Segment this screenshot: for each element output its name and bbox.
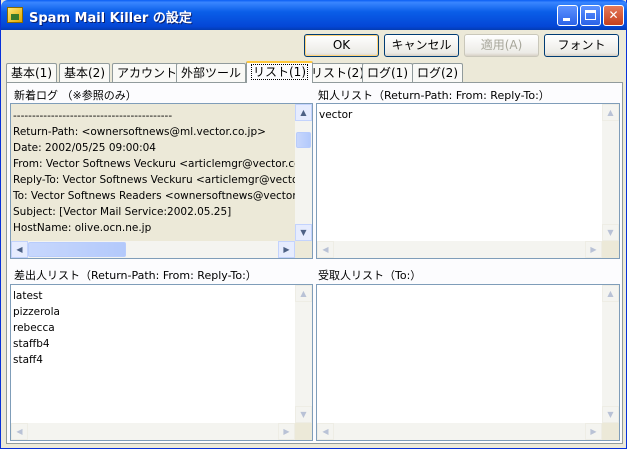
new-log-horizontal-scrollbar[interactable]: ◀ ▶: [11, 241, 295, 258]
log-line: To: Vector Softnews Readers <ownersoftne…: [13, 190, 305, 202]
sender-list-lines: latest pizzerola rebecca staffb4 staff4: [11, 288, 60, 368]
font-button[interactable]: フォント: [544, 34, 619, 57]
maximize-icon: [585, 10, 596, 20]
sender-list-label: 差出人リスト（Return-Path: From: Reply-To:）: [14, 269, 257, 282]
tab-basic-1[interactable]: 基本(1): [6, 63, 57, 82]
tab-list-1-label: リスト(1): [251, 64, 308, 80]
minimize-icon: [563, 18, 570, 21]
scroll-down-icon[interactable]: ▼: [295, 224, 312, 241]
window-title: Spam Mail Killer の設定: [29, 11, 192, 26]
sender-list-vertical-scrollbar[interactable]: ▲ ▼: [295, 285, 312, 423]
known-list-label: 知人リスト（Return-Path: From: Reply-To:）: [318, 89, 550, 102]
log-line: Return-Path: <ownersoftnews@ml.vector.co…: [13, 126, 266, 138]
log-line: ----------------------------------------…: [13, 110, 173, 122]
tab-log-2[interactable]: ログ(2): [412, 63, 463, 82]
list-item: pizzerola: [13, 306, 60, 318]
known-list-horizontal-scrollbar[interactable]: ◀ ▶: [317, 241, 602, 258]
scroll-thumb[interactable]: [28, 242, 126, 257]
scroll-left-icon[interactable]: ◀: [317, 241, 334, 258]
scroll-right-icon[interactable]: ▶: [585, 423, 602, 440]
log-line: HostName: olive.ocn.ne.jp: [13, 222, 152, 234]
log-line: From: Vector Softnews Veckuru <articlemg…: [13, 158, 307, 170]
scroll-up-icon[interactable]: ▲: [295, 104, 312, 121]
scroll-up-icon[interactable]: ▲: [602, 104, 619, 121]
scroll-corner: [602, 423, 619, 440]
scroll-left-icon[interactable]: ◀: [11, 241, 28, 258]
maximize-button[interactable]: [580, 5, 601, 26]
scroll-right-icon[interactable]: ▶: [585, 241, 602, 258]
sender-list-horizontal-scrollbar[interactable]: ◀ ▶: [11, 423, 295, 440]
scroll-corner: [295, 241, 312, 258]
scroll-right-icon[interactable]: ▶: [278, 423, 295, 440]
minimize-button[interactable]: [557, 5, 578, 26]
apply-button[interactable]: 適用(A): [464, 34, 539, 57]
scroll-down-icon[interactable]: ▼: [602, 224, 619, 241]
scroll-corner: [602, 241, 619, 258]
known-list-textarea[interactable]: vector ▲ ▼ ◀ ▶: [316, 103, 620, 259]
known-list-vertical-scrollbar[interactable]: ▲ ▼: [602, 104, 619, 241]
list-item: staff4: [13, 354, 43, 366]
close-icon: ✕: [608, 8, 619, 22]
scroll-right-icon[interactable]: ▶: [278, 241, 295, 258]
scroll-thumb[interactable]: [296, 132, 311, 148]
new-log-vertical-scrollbar[interactable]: ▲ ▼: [295, 104, 312, 241]
cancel-button[interactable]: キャンセル: [384, 34, 459, 57]
new-log-label: 新着ログ （※参照のみ）: [14, 89, 137, 102]
log-line: Date: 2002/05/25 09:00:04: [13, 142, 156, 154]
list-item: vector: [319, 109, 353, 121]
tab-list-1[interactable]: リスト(1): [246, 61, 313, 83]
scroll-up-icon[interactable]: ▲: [295, 285, 312, 302]
close-button[interactable]: ✕: [603, 5, 624, 26]
new-log-lines: ----------------------------------------…: [11, 108, 307, 236]
log-line: Subject: [Vector Mail Service:2002.05.25…: [13, 206, 232, 218]
scroll-left-icon[interactable]: ◀: [317, 423, 334, 440]
app-icon: [7, 7, 23, 23]
tab-account[interactable]: アカウント: [112, 63, 183, 82]
scroll-down-icon[interactable]: ▼: [602, 406, 619, 423]
scroll-corner: [295, 423, 312, 440]
tab-basic-2[interactable]: 基本(2): [59, 63, 110, 82]
ok-button[interactable]: OK: [304, 34, 379, 57]
known-list-lines: vector: [317, 107, 352, 123]
list-item: staffb4: [13, 338, 50, 350]
tab-external-tools[interactable]: 外部ツール: [176, 63, 247, 82]
recipient-list-textarea[interactable]: ▲ ▼ ◀ ▶: [316, 284, 620, 441]
list-item: latest: [13, 290, 43, 302]
tab-log-1[interactable]: ログ(1): [362, 63, 413, 82]
new-log-textarea[interactable]: ----------------------------------------…: [10, 103, 313, 259]
scroll-down-icon[interactable]: ▼: [295, 406, 312, 423]
settings-window: Spam Mail Killer の設定 ✕ OK キャンセル 適用(A) フォ…: [0, 0, 627, 449]
title-bar[interactable]: Spam Mail Killer の設定 ✕: [1, 0, 627, 30]
recipient-list-vertical-scrollbar[interactable]: ▲ ▼: [602, 285, 619, 423]
list-item: rebecca: [13, 322, 55, 334]
recipient-list-label: 受取人リスト（To:）: [318, 269, 422, 282]
scroll-left-icon[interactable]: ◀: [11, 423, 28, 440]
scroll-up-icon[interactable]: ▲: [602, 285, 619, 302]
tab-panel: 新着ログ （※参照のみ） ---------------------------…: [6, 82, 623, 444]
tab-list-2[interactable]: リスト(2): [306, 63, 369, 82]
recipient-list-horizontal-scrollbar[interactable]: ◀ ▶: [317, 423, 602, 440]
sender-list-textarea[interactable]: latest pizzerola rebecca staffb4 staff4 …: [10, 284, 313, 441]
log-line: Reply-To: Vector Softnews Veckuru <artic…: [13, 174, 299, 186]
